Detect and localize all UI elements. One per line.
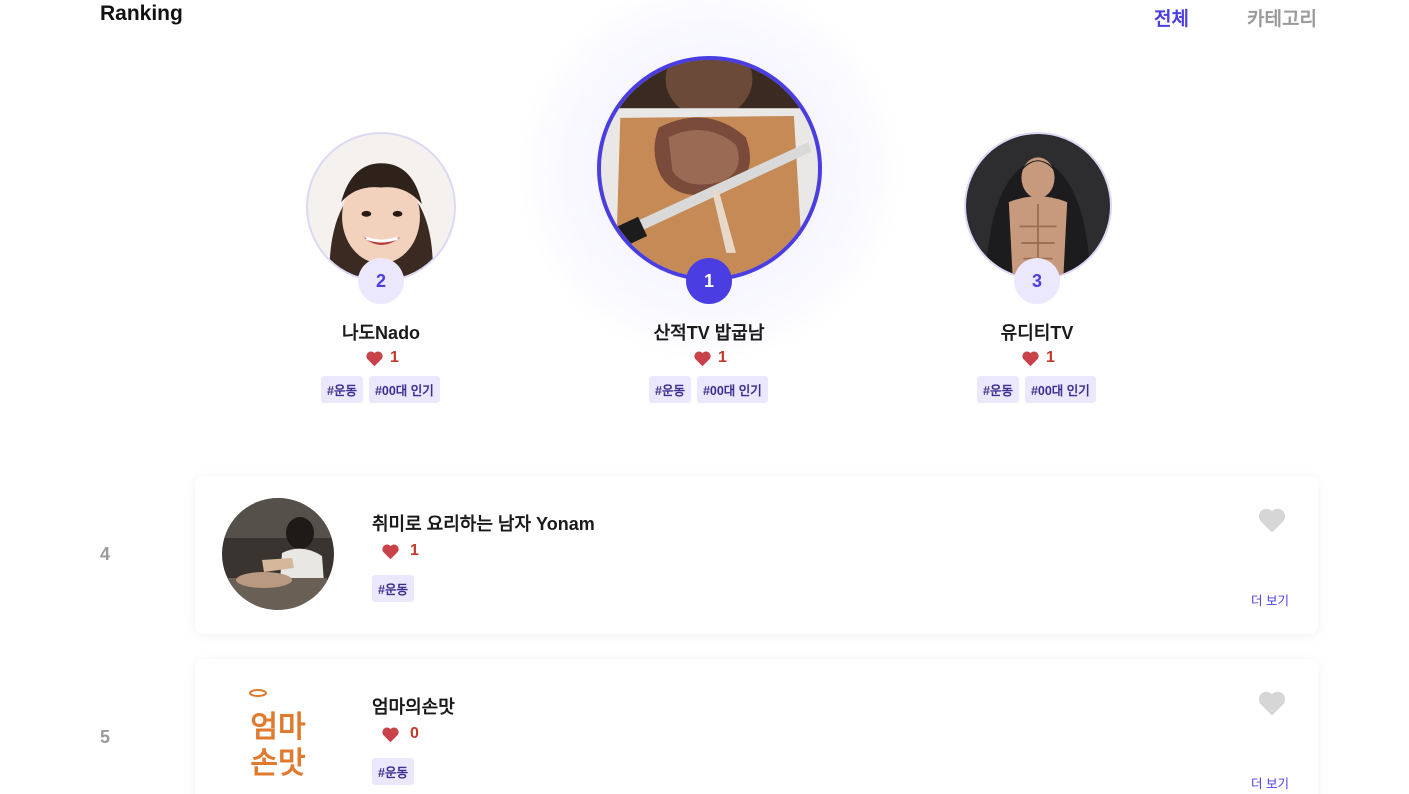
tag-list: #운동 #00대 인기 bbox=[977, 376, 1096, 403]
ranking-card[interactable]: 취미로 요리하는 남자 Yonam 1 #운동 더 보기 bbox=[195, 476, 1318, 634]
like-count-value: 0 bbox=[410, 725, 419, 742]
avatar-photo bbox=[601, 60, 818, 277]
avatar[interactable] bbox=[597, 56, 822, 281]
more-link[interactable]: 더 보기 bbox=[1251, 773, 1289, 792]
logo-text-bottom: 손맛 bbox=[250, 746, 306, 781]
channel-name[interactable]: 유디티TV bbox=[962, 319, 1112, 345]
like-count-value: 1 bbox=[390, 349, 399, 366]
like-count-value: 1 bbox=[1046, 349, 1055, 366]
ranking-card[interactable]: 엄마 손맛 엄마의손맛 0 #운동 더 보기 bbox=[195, 659, 1318, 794]
tag[interactable]: #00대 인기 bbox=[1024, 376, 1096, 403]
favorite-button[interactable] bbox=[1257, 506, 1287, 534]
tag[interactable]: #00대 인기 bbox=[368, 376, 440, 403]
like-count-value: 1 bbox=[718, 349, 727, 366]
heart-icon bbox=[382, 544, 399, 559]
rank-badge: 1 bbox=[686, 258, 732, 304]
avatar-photo bbox=[966, 134, 1110, 278]
channel-name[interactable]: 산적TV 밥굽남 bbox=[609, 319, 809, 345]
tag-list: #운동 #00대 인기 bbox=[649, 376, 768, 403]
like-count: 0 bbox=[381, 725, 419, 743]
tag[interactable]: #운동 bbox=[321, 376, 363, 403]
heart-icon bbox=[694, 351, 711, 366]
more-link[interactable]: 더 보기 bbox=[1251, 590, 1289, 609]
like-count: 1 bbox=[693, 349, 727, 367]
tag[interactable]: #운동 bbox=[977, 376, 1019, 403]
tag[interactable]: #운동 bbox=[372, 575, 414, 602]
tag-list: #운동 bbox=[372, 758, 414, 785]
tag[interactable]: #운동 bbox=[649, 376, 691, 403]
tag[interactable]: #운동 bbox=[372, 758, 414, 785]
tab-all[interactable]: 전체 bbox=[1154, 4, 1189, 31]
avatar[interactable]: 엄마 손맛 bbox=[222, 681, 334, 793]
channel-logo: 엄마 손맛 bbox=[222, 681, 334, 793]
heart-icon bbox=[382, 727, 399, 742]
ranking-page: Ranking 전체 카테고리 2 나도Nado 1 #운동 #00대 인기 1… bbox=[0, 0, 1409, 794]
avatar-photo bbox=[222, 498, 334, 610]
tag[interactable]: #00대 인기 bbox=[696, 376, 768, 403]
favorite-button[interactable] bbox=[1257, 689, 1287, 717]
heart-icon bbox=[366, 351, 383, 366]
avatar[interactable] bbox=[222, 498, 334, 610]
like-count: 1 bbox=[365, 349, 399, 367]
heart-icon bbox=[1022, 351, 1039, 366]
channel-name[interactable]: 나도Nado bbox=[306, 319, 456, 345]
rank-badge: 3 bbox=[1014, 258, 1060, 304]
channel-name[interactable]: 엄마의손맛 bbox=[372, 693, 455, 719]
tag-list: #운동 bbox=[372, 575, 414, 602]
like-count-value: 1 bbox=[410, 542, 419, 559]
rank-number: 5 bbox=[100, 727, 111, 747]
tab-category[interactable]: 카테고리 bbox=[1247, 4, 1317, 31]
logo-text-top: 엄마 bbox=[250, 710, 306, 745]
page-title: Ranking bbox=[100, 2, 183, 25]
channel-name[interactable]: 취미로 요리하는 남자 Yonam bbox=[372, 510, 595, 536]
like-count: 1 bbox=[1021, 349, 1055, 367]
tag-list: #운동 #00대 인기 bbox=[321, 376, 440, 403]
rank-number: 4 bbox=[100, 544, 111, 564]
like-count: 1 bbox=[381, 542, 419, 560]
rank-badge: 2 bbox=[358, 258, 404, 304]
